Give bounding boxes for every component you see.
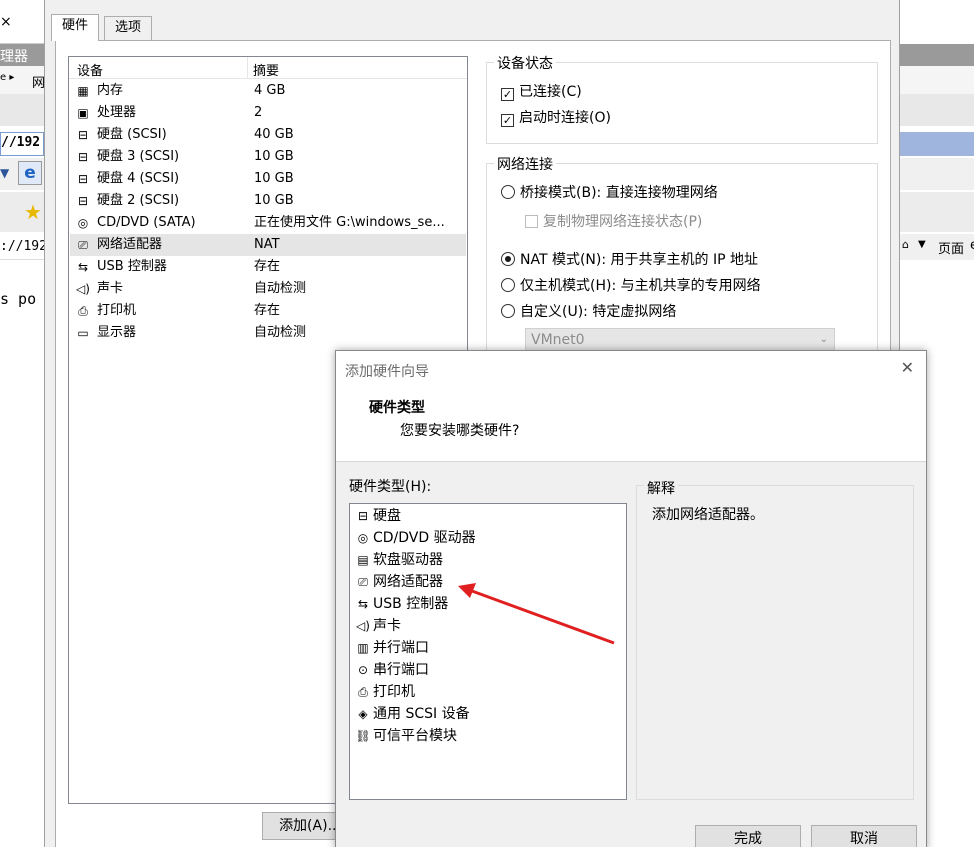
tab-hardware[interactable]: 硬件 (51, 14, 100, 41)
arrow-shaft (471, 589, 615, 645)
annotation-arrow (458, 583, 615, 645)
